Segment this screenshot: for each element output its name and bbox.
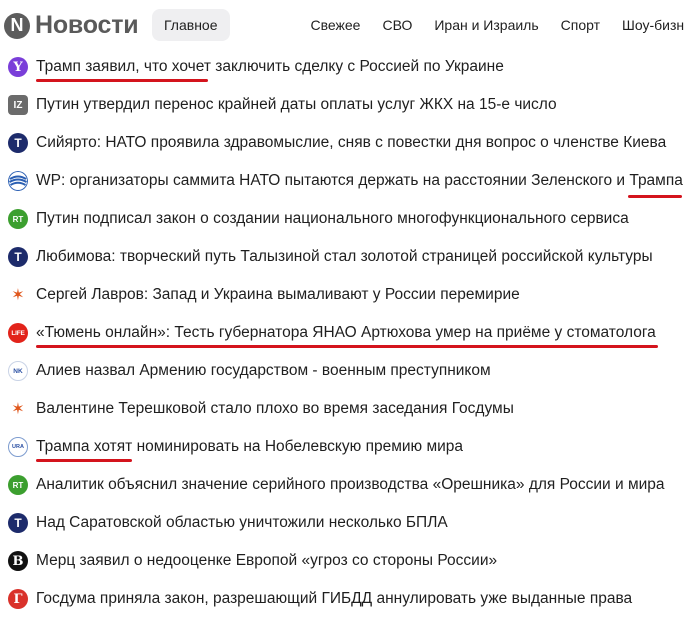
news-headline[interactable]: Аналитик объяснил значение серийного про…: [36, 476, 665, 494]
tab-bar: Главное Свежее СВО Иран и Израиль Спорт …: [152, 9, 684, 41]
news-headline[interactable]: Над Саратовской областью уничтожили неск…: [36, 514, 448, 532]
tab-showbiz[interactable]: Шоу-бизнес: [611, 9, 684, 41]
tab-iran-israel[interactable]: Иран и Израиль: [423, 9, 549, 41]
news-headline[interactable]: Алиев назвал Армению государством - воен…: [36, 362, 491, 380]
news-item[interactable]: URA Трампа хотят номинировать на Нобелев…: [0, 428, 684, 466]
news-headline[interactable]: Мерц заявил о недооценке Европой «угроз …: [36, 552, 497, 570]
tab-svo[interactable]: СВО: [371, 9, 423, 41]
nk-icon: NK: [8, 361, 28, 381]
news-list: Y Трамп заявил, что хочет заключить сдел…: [0, 48, 684, 618]
header: N Новости Главное Свежее СВО Иран и Изра…: [0, 0, 684, 50]
news-item[interactable]: IZ Путин утвердил перенос крайней даты о…: [0, 86, 684, 124]
news-item[interactable]: ✶ Валентине Терешковой стало плохо во вр…: [0, 390, 684, 428]
b-icon: B: [8, 551, 28, 571]
news-headline[interactable]: Путин утвердил перенос крайней даты опла…: [36, 96, 557, 114]
news-item[interactable]: RT Путин подписал закон о создании нацио…: [0, 200, 684, 238]
logo[interactable]: N Новости: [4, 11, 139, 40]
news-item[interactable]: Y Трамп заявил, что хочет заключить сдел…: [0, 48, 684, 86]
logo-text: Новости: [35, 11, 139, 39]
news-item[interactable]: NK Алиев назвал Армению государством - в…: [0, 352, 684, 390]
g-icon: Г: [8, 589, 28, 609]
news-item[interactable]: T Сийярто: НАТО проявила здравомыслие, с…: [0, 124, 684, 162]
news-headline[interactable]: «Тюмень онлайн»: Тесть губернатора ЯНАО …: [36, 324, 656, 342]
news-headline[interactable]: Валентине Терешковой стало плохо во врем…: [36, 400, 514, 418]
red-underline: [36, 345, 658, 348]
news-headline[interactable]: Сергей Лавров: Запад и Украина вымаливаю…: [36, 286, 520, 304]
news-headline[interactable]: WP: организаторы саммита НАТО пытаются д…: [36, 172, 683, 190]
tass-icon: T: [8, 513, 28, 533]
news-logo-icon: N: [4, 12, 30, 39]
tab-sport[interactable]: Спорт: [550, 9, 611, 41]
news-item[interactable]: T Любимова: творческий путь Талызиной ст…: [0, 238, 684, 276]
news-headline[interactable]: Сийярто: НАТО проявила здравомыслие, сня…: [36, 134, 666, 152]
ura-icon: URA: [8, 437, 28, 457]
news-item[interactable]: RT Аналитик объяснил значение серийного …: [0, 466, 684, 504]
news-headline[interactable]: Госдума приняла закон, разрешающий ГИБДД…: [36, 590, 632, 608]
yandex-icon: Y: [8, 57, 28, 77]
news-item[interactable]: T Над Саратовской областью уничтожили не…: [0, 504, 684, 542]
star-icon: ✶: [8, 285, 28, 305]
news-headline[interactable]: Трампа хотят номинировать на Нобелевскую…: [36, 438, 463, 456]
news-headline[interactable]: Путин подписал закон о создании национал…: [36, 210, 629, 228]
rt-icon: RT: [8, 475, 28, 495]
news-item[interactable]: Г Госдума приняла закон, разрешающий ГИБ…: [0, 580, 684, 618]
rt-icon: RT: [8, 209, 28, 229]
news-item[interactable]: WP: организаторы саммита НАТО пытаются д…: [0, 162, 684, 200]
tab-latest[interactable]: Свежее: [300, 9, 372, 41]
red-underline: [36, 459, 132, 462]
news-headline[interactable]: Любимова: творческий путь Талызиной стал…: [36, 248, 653, 266]
wp-globe-icon: [8, 171, 28, 191]
news-item[interactable]: ✶ Сергей Лавров: Запад и Украина вымалив…: [0, 276, 684, 314]
tass-icon: T: [8, 133, 28, 153]
red-underline: [36, 79, 208, 82]
iz-icon: IZ: [8, 95, 28, 115]
star-icon: ✶: [8, 399, 28, 419]
news-item[interactable]: B Мерц заявил о недооценке Европой «угро…: [0, 542, 684, 580]
tab-main[interactable]: Главное: [152, 9, 230, 41]
life-icon: LIFE: [8, 323, 28, 343]
tass-icon: T: [8, 247, 28, 267]
news-item[interactable]: LIFE «Тюмень онлайн»: Тесть губернатора …: [0, 314, 684, 352]
news-headline[interactable]: Трамп заявил, что хочет заключить сделку…: [36, 58, 504, 76]
red-underline: [628, 195, 682, 198]
